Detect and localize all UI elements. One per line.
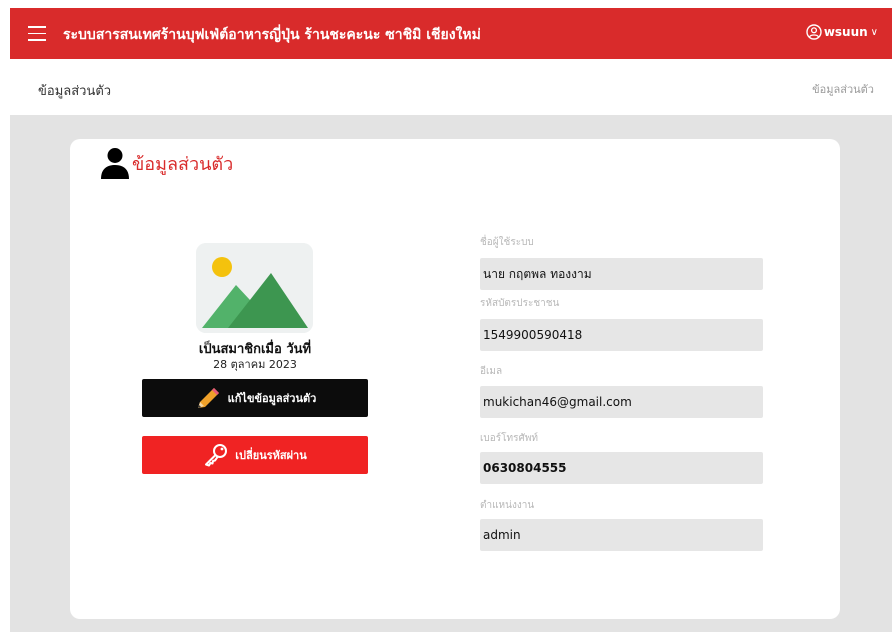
national-id-field[interactable]: 1549900590418	[480, 319, 763, 351]
email-label: อีเมล	[480, 366, 503, 377]
edit-profile-button[interactable]: แก้ไขข้อมูลส่วนตัว	[142, 379, 368, 417]
user-menu[interactable]: wsuun ∨	[806, 24, 878, 40]
app-title: ระบบสารสนเทศร้านบุฟเฟ่ต์อาหารญี่ปุ่น ร้า…	[63, 27, 481, 43]
page-title: ข้อมูลส่วนตัว	[38, 84, 112, 99]
user-name: wsuun	[823, 25, 868, 39]
pencil-icon	[197, 388, 219, 408]
username-field[interactable]: นาย กฤตพล ทองงาม	[480, 258, 763, 290]
card-title-text: ข้อมูลส่วนตัว	[132, 154, 234, 175]
position-label: ตำแหน่งงาน	[480, 500, 535, 511]
breadcrumb[interactable]: ข้อมูลส่วนตัว	[812, 80, 874, 98]
position-field[interactable]: admin	[480, 519, 763, 551]
profile-avatar	[196, 243, 313, 333]
change-password-button[interactable]: เปลี่ยนรหัสผ่าน	[142, 436, 368, 474]
email-field[interactable]: mukichan46@gmail.com	[480, 386, 763, 418]
phone-field[interactable]: 0630804555	[480, 452, 763, 484]
person-icon	[101, 148, 129, 179]
hamburger-icon[interactable]	[28, 26, 46, 42]
member-since-date: 28 ตุลาคม 2023	[213, 358, 297, 371]
phone-label: เบอร์โทรศัพท์	[480, 433, 539, 444]
national-id-label: รหัสบัตรประชาชน	[480, 298, 560, 309]
profile-card: ข้อมูลส่วนตัว เป็นสมาชิกเมื่อ วันที่ 28 …	[70, 139, 840, 619]
page-subheader: ข้อมูลส่วนตัว ข้อมูลส่วนตัว	[10, 59, 892, 115]
top-navbar: ระบบสารสนเทศร้านบุฟเฟ่ต์อาหารญี่ปุ่น ร้า…	[10, 8, 892, 59]
image-placeholder-icon	[196, 243, 313, 333]
username-label: ชื่อผู้ใช้ระบบ	[480, 237, 534, 248]
key-icon	[205, 444, 228, 467]
edit-profile-label: แก้ไขข้อมูลส่วนตัว	[227, 392, 317, 405]
card-title: ข้อมูลส่วนตัว	[100, 147, 233, 180]
change-password-label: เปลี่ยนรหัสผ่าน	[235, 449, 307, 462]
chevron-down-icon: ∨	[870, 26, 878, 38]
user-circle-icon	[806, 24, 822, 40]
